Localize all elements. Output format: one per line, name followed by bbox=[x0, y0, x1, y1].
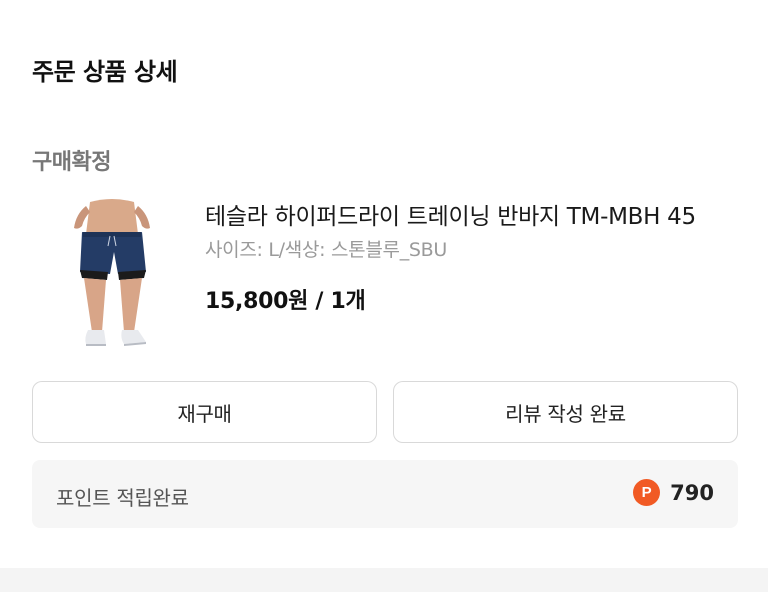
product-item[interactable]: 테슬라 하이퍼드라이 트레이닝 반바지 TM-MBH 45 사이즈: L/색상:… bbox=[32, 192, 736, 362]
point-value-group: P 790 bbox=[633, 479, 714, 506]
rebuy-button[interactable]: 재구매 bbox=[32, 381, 377, 443]
shorts-product-image-icon bbox=[74, 199, 150, 346]
point-summary: 포인트 적립완료 P 790 bbox=[32, 460, 738, 528]
point-value: 790 bbox=[670, 480, 714, 505]
review-complete-button[interactable]: 리뷰 작성 완료 bbox=[393, 381, 738, 443]
product-option: 사이즈: L/색상: 스톤블루_SBU bbox=[205, 239, 447, 261]
order-detail-page: 주문 상품 상세 구매확정 테슬라 하이퍼드라이 트레이닝 반바지 TM-MBH… bbox=[0, 0, 768, 592]
product-price-quantity: 15,800원 / 1개 bbox=[205, 289, 366, 314]
product-image[interactable] bbox=[52, 194, 172, 354]
product-name[interactable]: 테슬라 하이퍼드라이 트레이닝 반바지 TM-MBH 45 bbox=[205, 200, 735, 235]
product-info: 테슬라 하이퍼드라이 트레이닝 반바지 TM-MBH 45 사이즈: L/색상:… bbox=[205, 200, 735, 315]
order-status-label: 구매확정 bbox=[32, 150, 111, 175]
point-label: 포인트 적립완료 bbox=[56, 486, 189, 510]
action-buttons: 재구매 리뷰 작성 완료 bbox=[32, 381, 738, 443]
point-icon: P bbox=[633, 479, 661, 506]
page-title: 주문 상품 상세 bbox=[32, 58, 178, 86]
section-divider bbox=[0, 568, 768, 592]
